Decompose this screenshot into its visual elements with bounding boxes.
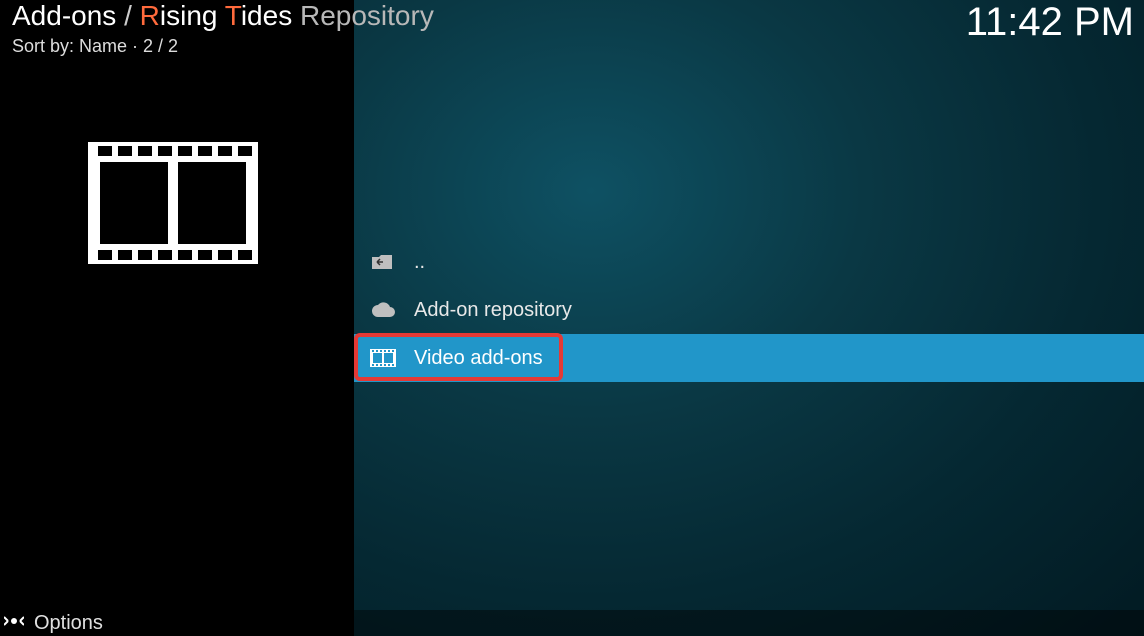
- clock: 11:42 PM: [966, 0, 1134, 45]
- repo-name-part: ising: [160, 0, 218, 31]
- breadcrumb: Add-ons / Rising Tides Repository: [12, 0, 434, 32]
- breadcrumb-root[interactable]: Add-ons: [12, 0, 116, 31]
- list-item-video-addons[interactable]: Video add-ons: [354, 334, 1144, 382]
- list-item-addon-repository[interactable]: Add-on repository: [354, 286, 1144, 334]
- cloud-icon: [370, 301, 414, 319]
- list-item-label: ..: [414, 251, 425, 274]
- video-addon-artwork: [88, 142, 258, 264]
- repo-name-part: R: [140, 0, 160, 31]
- left-panel: [0, 0, 354, 636]
- list-item-label: Video add-ons: [414, 347, 543, 370]
- sort-label: Sort by:: [12, 36, 79, 56]
- breadcrumb-separator: /: [116, 0, 139, 31]
- repo-name-part: T: [225, 0, 241, 31]
- options-icon[interactable]: [4, 612, 24, 635]
- list-position: 2 / 2: [143, 36, 178, 56]
- repo-suffix: Repository: [292, 0, 434, 31]
- list-item-label: Add-on repository: [414, 299, 572, 322]
- sort-line: Sort by: Name · 2 / 2: [12, 36, 434, 57]
- header: Add-ons / Rising Tides Repository Sort b…: [12, 0, 434, 57]
- footer: Options: [0, 610, 1144, 636]
- repo-name-part: ides: [241, 0, 292, 31]
- folder-up-icon: [370, 252, 414, 272]
- addon-list: .. Add-on repository Video add-ons: [354, 238, 1144, 382]
- sort-separator: ·: [127, 36, 143, 56]
- list-item-parent-dir[interactable]: ..: [354, 238, 1144, 286]
- sort-value[interactable]: Name: [79, 36, 127, 56]
- film-icon: [370, 349, 414, 367]
- options-label[interactable]: Options: [34, 612, 103, 635]
